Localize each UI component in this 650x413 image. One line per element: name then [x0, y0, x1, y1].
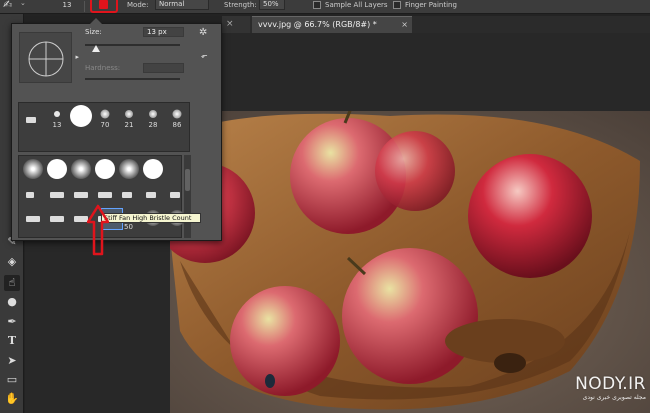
popup-notch: [90, 18, 102, 24]
brush-panel-toggle-button[interactable]: [90, 0, 118, 13]
type-tool-icon[interactable]: T: [4, 333, 20, 349]
photoshop-window: ✍ ⌄ 13 Mode: Normal Strength: 50% Sample…: [0, 0, 650, 413]
rectangle-tool-icon[interactable]: ▭: [4, 372, 20, 388]
tooltip-size: 50: [124, 223, 133, 231]
path-selection-icon[interactable]: ➤: [4, 353, 20, 369]
hardness-label: Hardness:: [85, 64, 121, 72]
brush-preset-13[interactable]: 13: [46, 106, 68, 129]
zoom-tool-icon[interactable]: ⌕: [4, 409, 20, 413]
brush-preset-70[interactable]: 70: [94, 106, 116, 129]
brush-preset-bristle[interactable]: [142, 184, 164, 206]
sample-all-layers-label: Sample All Layers: [325, 1, 388, 9]
smudge-tool-icon[interactable]: ✍: [3, 0, 17, 12]
pen-tool-icon[interactable]: ✒: [4, 314, 20, 330]
mode-select[interactable]: Normal: [155, 0, 209, 10]
dodge-tool-icon[interactable]: ●: [4, 294, 20, 310]
brush-preset-bristle[interactable]: [46, 184, 68, 206]
strength-input[interactable]: 50%: [259, 0, 285, 10]
tab-title: vvvv.jpg @ 66.7% (RGB/8#) *: [258, 20, 377, 29]
brush-preset-bristle[interactable]: [22, 184, 44, 206]
brush-preset-28[interactable]: 28: [142, 106, 164, 129]
hardness-input: [143, 63, 184, 73]
strength-label: Strength:: [224, 1, 257, 9]
mode-label: Mode:: [127, 1, 149, 9]
brush-preset-hard-round[interactable]: [142, 158, 164, 181]
tool-preset-chevron-icon[interactable]: ⌄: [20, 0, 26, 7]
size-slider-thumb[interactable]: [92, 45, 101, 52]
previous-tab-close-icon[interactable]: ×: [222, 16, 250, 33]
finger-painting-label: Finger Painting: [405, 1, 457, 9]
watermark-brand: NODY.IR: [575, 374, 646, 394]
size-label: Size:: [85, 28, 102, 36]
document-tabs: × vvvv.jpg @ 66.7% (RGB/8#) * ×: [222, 16, 650, 33]
smudge-tool-icon[interactable]: ☝: [4, 275, 20, 291]
brush-preset-picker: ▸ Size: 13 px Hardness: ✲ ⬐ 13 70 21 28 …: [11, 18, 222, 241]
close-tab-icon[interactable]: ×: [401, 17, 408, 33]
brush-preset-bristle[interactable]: [22, 208, 44, 230]
hand-tool-icon[interactable]: ✋: [4, 391, 20, 407]
paint-bucket-icon[interactable]: ◈: [4, 254, 20, 270]
size-input[interactable]: 13 px: [143, 27, 184, 37]
gear-icon[interactable]: ✲: [199, 27, 207, 38]
brush-preset-soft-round[interactable]: [118, 158, 140, 181]
brush-preset-soft-round[interactable]: [22, 158, 44, 181]
divider: [84, 1, 85, 12]
new-preset-icon[interactable]: ⬐: [201, 51, 208, 60]
brush-preset-hard-round[interactable]: [70, 104, 92, 128]
brush-preset-hard-round[interactable]: [46, 158, 68, 181]
brush-preset-fan-recent[interactable]: [22, 109, 44, 131]
brush-size-readout[interactable]: 13: [56, 0, 78, 11]
watermark: NODY.IR مجله تصویری خبری نودی: [548, 374, 646, 401]
hardness-slider: [85, 78, 180, 80]
watermark-tagline: مجله تصویری خبری نودی: [582, 394, 646, 401]
tab-vvvv-jpg[interactable]: vvvv.jpg @ 66.7% (RGB/8#) * ×: [252, 16, 412, 33]
brush-preset-soft-round[interactable]: [70, 158, 92, 181]
brush-panel-icon: [99, 0, 108, 9]
apple-bowl-photo: [170, 111, 650, 413]
brush-preset-86[interactable]: 86: [166, 106, 188, 129]
brush-presets-recent: 13 70 21 28 86: [18, 102, 190, 152]
brush-tooltip: Stiff Fan High Bristle Count: [101, 213, 201, 223]
brush-preset-bristle[interactable]: [94, 184, 116, 206]
brush-preset-bristle[interactable]: [46, 208, 68, 230]
annotation-arrow: [87, 204, 109, 256]
brush-tip-preview: ▸: [19, 32, 79, 83]
scrollbar-thumb[interactable]: [185, 169, 190, 191]
sample-all-layers-checkbox[interactable]: [313, 1, 321, 9]
presets-scrollbar[interactable]: [184, 155, 191, 238]
options-bar: ✍ ⌄ 13 Mode: Normal Strength: 50% Sample…: [0, 0, 650, 14]
finger-painting-checkbox[interactable]: [393, 1, 401, 9]
preview-arrow-icon: ▸: [75, 53, 79, 61]
brush-preset-21[interactable]: 21: [118, 106, 140, 129]
brush-preset-hard-round[interactable]: [94, 158, 116, 181]
brush-preset-bristle[interactable]: [70, 184, 92, 206]
brush-preset-bristle[interactable]: [118, 184, 140, 206]
